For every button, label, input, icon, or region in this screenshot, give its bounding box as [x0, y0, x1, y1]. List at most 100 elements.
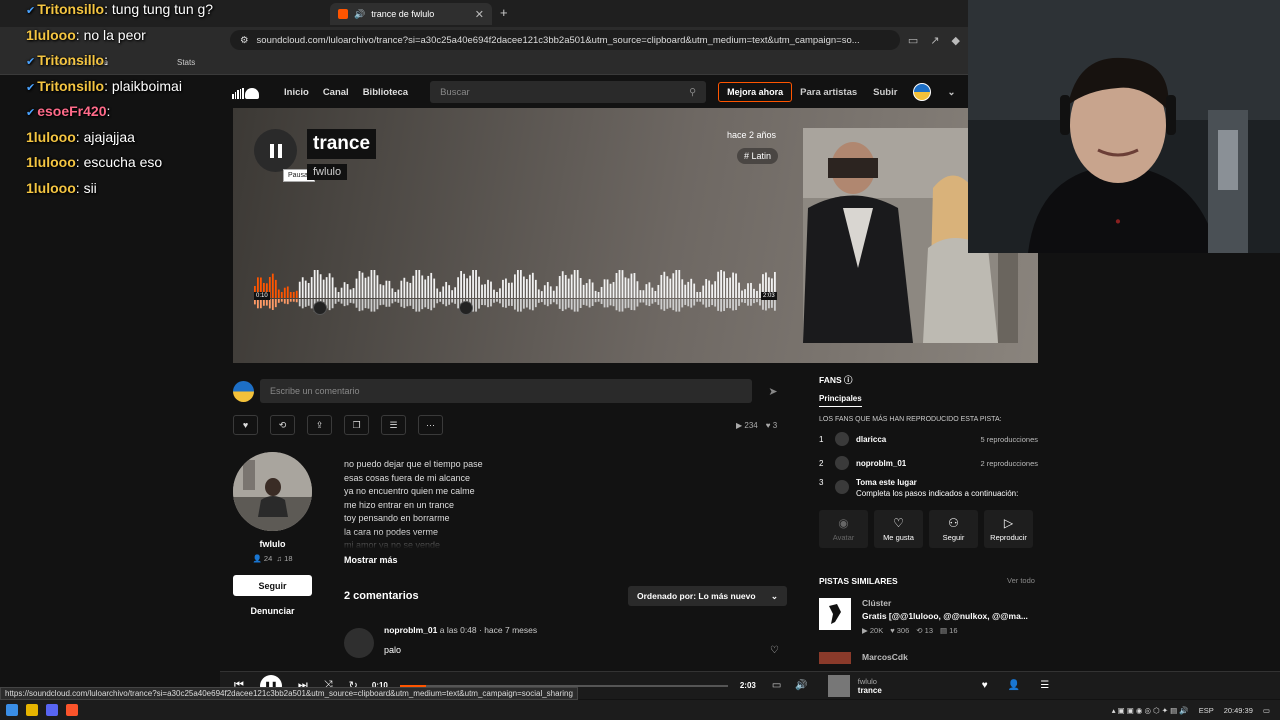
waveform-reflection: [346, 299, 349, 306]
my-avatar: [233, 380, 254, 402]
waveform-bar: [388, 280, 391, 298]
waveform[interactable]: [254, 258, 777, 318]
player-track-info[interactable]: fwlulo trance: [827, 674, 882, 697]
track-artist[interactable]: fwlulo: [307, 164, 348, 180]
like-icon[interactable]: ♥: [982, 680, 988, 691]
upload-link[interactable]: Subir: [873, 87, 897, 98]
file-explorer-icon[interactable]: [26, 704, 38, 716]
comment-avatar[interactable]: [344, 628, 374, 658]
artist-avatar[interactable]: [233, 452, 312, 531]
follow-button[interactable]: Seguir: [233, 575, 312, 596]
fan-name[interactable]: noproblm_01: [856, 459, 906, 468]
similar-track-item[interactable]: MarcosCdk: [819, 652, 1038, 664]
waveform-reflection: [696, 299, 699, 302]
player-track-artwork[interactable]: [827, 674, 850, 697]
similar-track-artwork[interactable]: [819, 598, 851, 630]
close-icon[interactable]: ✕: [475, 8, 484, 21]
like-button[interactable]: ♥: [233, 415, 258, 435]
similar-artist[interactable]: MarcosCdk: [862, 652, 908, 662]
comment-timestamp[interactable]: 0:48: [460, 625, 477, 635]
show-more-button[interactable]: Mostrar más: [344, 555, 398, 565]
fan-name[interactable]: dlaricca: [856, 435, 886, 444]
start-icon[interactable]: [6, 704, 18, 716]
share-icon[interactable]: ↗: [930, 34, 939, 47]
fan-row[interactable]: 1 dlaricca 5 reproducciones: [819, 431, 1038, 447]
nav-home[interactable]: Inicio: [284, 87, 309, 98]
similar-artist[interactable]: Clúster: [862, 598, 891, 608]
queue-icon[interactable]: ☰: [1040, 680, 1049, 691]
pause-button[interactable]: [254, 129, 297, 172]
waveform-bar: [448, 285, 451, 298]
share-button[interactable]: ⇪: [307, 415, 332, 435]
discord-icon[interactable]: [46, 704, 58, 716]
tray-icons[interactable]: ▴ ▣ ▣ ◉ ◎ ⬡ ✦ ▤ 🔊: [1112, 706, 1189, 715]
player-track[interactable]: trance: [858, 686, 882, 695]
sort-dropdown[interactable]: Ordenado por: Lo más nuevo ⌄: [628, 586, 787, 606]
soundcloud-logo-icon[interactable]: [232, 85, 266, 99]
comment-avatar-marker[interactable]: [459, 301, 473, 315]
similar-track-artwork[interactable]: [819, 652, 851, 664]
waveform-reflection: [690, 299, 693, 308]
chat-username: esoeFr420: [37, 103, 107, 119]
fans-tab-top[interactable]: Principales: [819, 394, 862, 407]
waveform-reflection: [454, 299, 457, 304]
waveform-reflection: [445, 299, 448, 307]
language-indicator[interactable]: ESP: [1199, 706, 1214, 715]
site-info-icon[interactable]: ⚙: [240, 35, 249, 46]
cast-icon[interactable]: ▭: [908, 34, 918, 47]
waveform-bar: [687, 281, 690, 298]
quest-like[interactable]: ♡ Me gusta: [874, 510, 923, 548]
fan-row[interactable]: 2 noproblm_01 2 reproducciones: [819, 455, 1038, 471]
artist-name[interactable]: fwlulo: [233, 539, 312, 549]
waveform-reflection: [298, 299, 301, 307]
waveform-reflection: [525, 299, 528, 308]
comment-like-icon[interactable]: ♡: [770, 645, 779, 656]
quest-play[interactable]: ▷ Reproducir: [984, 510, 1033, 548]
tab-soundcloud[interactable]: 🔊 trance de fwlulo ✕: [330, 3, 492, 25]
fan-avatar[interactable]: [835, 456, 849, 470]
waveform-bar: [522, 276, 525, 298]
fan-avatar[interactable]: [835, 432, 849, 446]
comment-user[interactable]: noproblm_01: [384, 625, 437, 635]
follow-icon[interactable]: 👤: [1008, 680, 1020, 691]
similar-track-item[interactable]: Clúster Gratis [@@1lulooo, @@nulkox, @@m…: [819, 598, 1038, 635]
cast-icon[interactable]: ▭: [772, 680, 781, 691]
volume-icon[interactable]: 🔊: [795, 680, 807, 691]
copy-link-button[interactable]: ❐: [344, 415, 369, 435]
brave-icon[interactable]: [66, 704, 78, 716]
nav-feed[interactable]: Canal: [323, 87, 349, 98]
nav-library[interactable]: Biblioteca: [363, 87, 408, 98]
search-input[interactable]: Buscar ⚲: [430, 81, 707, 103]
waveform-bar: [750, 282, 752, 298]
waveform-reflection: [403, 299, 406, 309]
genre-tag[interactable]: # Latin: [737, 148, 779, 164]
comment-input[interactable]: Escribe un comentario: [260, 379, 752, 403]
comment-ago: · hace 7 meses: [479, 625, 538, 635]
waveform-reflection: [262, 299, 265, 306]
add-to-playlist-button[interactable]: ☰: [381, 415, 406, 435]
comment-avatar-marker[interactable]: [313, 301, 327, 315]
waveform-bar: [487, 279, 489, 298]
chevron-down-icon[interactable]: ⌄: [947, 87, 955, 98]
send-icon[interactable]: ➤: [758, 385, 788, 398]
similar-track-title[interactable]: Gratis [@@1lulooo, @@nulkox, @@ma...: [862, 611, 1028, 621]
player-artist[interactable]: fwlulo: [858, 677, 882, 686]
waveform-bar: [511, 282, 513, 298]
search-icon[interactable]: ⚲: [689, 87, 696, 98]
clock[interactable]: 20:49:39: [1224, 706, 1253, 715]
for-artists-link[interactable]: Para artistas: [800, 87, 857, 98]
user-avatar[interactable]: [913, 83, 932, 101]
report-link[interactable]: Denunciar: [233, 606, 312, 616]
notifications-icon[interactable]: ▭: [1263, 706, 1270, 715]
new-tab-icon[interactable]: +: [500, 5, 508, 20]
view-all-link[interactable]: Ver todo: [1007, 576, 1035, 585]
quest-follow[interactable]: ⚇ Seguir: [929, 510, 978, 548]
waveform-bar: [675, 270, 678, 298]
brave-shield-icon[interactable]: ◆: [952, 34, 960, 47]
repost-button[interactable]: ⟲: [270, 415, 295, 435]
more-button[interactable]: ⋯: [418, 415, 443, 435]
waveform-bar: [696, 291, 699, 298]
upgrade-button[interactable]: Mejora ahora: [718, 82, 793, 102]
waveform-reflection: [259, 299, 262, 309]
url-field[interactable]: ⚙ soundcloud.com/luloarchivo/trance?si=a…: [230, 30, 900, 50]
